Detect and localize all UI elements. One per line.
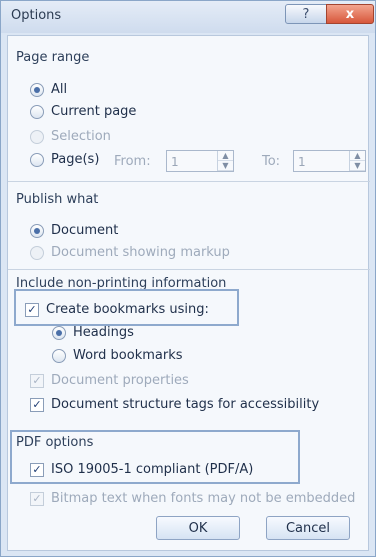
up-arrow-icon: ▲ [218, 151, 233, 161]
radio-selected-icon [30, 82, 44, 97]
document-properties-checkbox: ✓ Document properties [30, 373, 189, 388]
radio-selected-icon [52, 325, 66, 340]
checkbox-disabled-icon: ✓ [30, 373, 44, 388]
iso-compliant-checkbox[interactable]: ✓ ISO 19005-1 compliant (PDF/A) [30, 462, 253, 477]
checkbox-checked-icon: ✓ [30, 462, 44, 477]
radio-word-bookmarks[interactable]: Word bookmarks [52, 348, 183, 363]
spinner-arrows[interactable]: ▲ ▼ [349, 151, 365, 171]
divider [8, 181, 370, 182]
help-button[interactable]: ? [285, 4, 327, 24]
bitmap-text-checkbox: ✓ Bitmap text when fonts may not be embe… [30, 491, 355, 506]
radio-selection: Selection [30, 129, 111, 144]
radio-icon [52, 348, 66, 363]
cancel-button[interactable]: Cancel [266, 516, 350, 540]
radio-disabled-icon [30, 129, 44, 144]
from-label: From: [114, 154, 151, 169]
radio-icon [30, 104, 44, 119]
radio-disabled-icon [30, 245, 44, 260]
checkbox-checked-icon: ✓ [30, 397, 44, 412]
radio-headings[interactable]: Headings [52, 325, 134, 340]
create-bookmarks-checkbox[interactable]: ✓ Create bookmarks using: [25, 302, 209, 317]
title-bar: Options ? x [1, 1, 375, 33]
spinner-arrows[interactable]: ▲ ▼ [217, 151, 233, 171]
radio-pages[interactable]: Page(s) [30, 152, 99, 167]
radio-icon [30, 152, 44, 167]
from-spinner[interactable]: 1 ▲ ▼ [166, 150, 234, 172]
down-arrow-icon: ▼ [350, 161, 365, 171]
divider [8, 269, 370, 270]
options-panel: Page range All Current page Selection Pa… [7, 35, 370, 551]
down-arrow-icon: ▼ [218, 161, 233, 171]
to-label: To: [262, 154, 281, 169]
to-spinner[interactable]: 1 ▲ ▼ [293, 150, 366, 172]
structure-tags-checkbox[interactable]: ✓ Document structure tags for accessibil… [30, 397, 319, 412]
checkbox-checked-icon: ✓ [25, 302, 39, 317]
dialog-title: Options [11, 8, 62, 23]
page-range-heading: Page range [16, 50, 90, 65]
publish-what-heading: Publish what [16, 192, 99, 207]
pdf-options-heading: PDF options [16, 435, 94, 450]
radio-document-markup: Document showing markup [30, 245, 230, 260]
radio-all[interactable]: All [30, 82, 67, 97]
checkbox-disabled-icon: ✓ [30, 491, 44, 506]
up-arrow-icon: ▲ [350, 151, 365, 161]
radio-document[interactable]: Document [30, 223, 118, 238]
ok-button[interactable]: OK [156, 516, 240, 540]
close-button[interactable]: x [326, 4, 374, 24]
options-dialog: Options ? x Page range All Current page … [0, 0, 376, 557]
radio-current-page[interactable]: Current page [30, 104, 136, 119]
radio-selected-icon [30, 223, 44, 238]
